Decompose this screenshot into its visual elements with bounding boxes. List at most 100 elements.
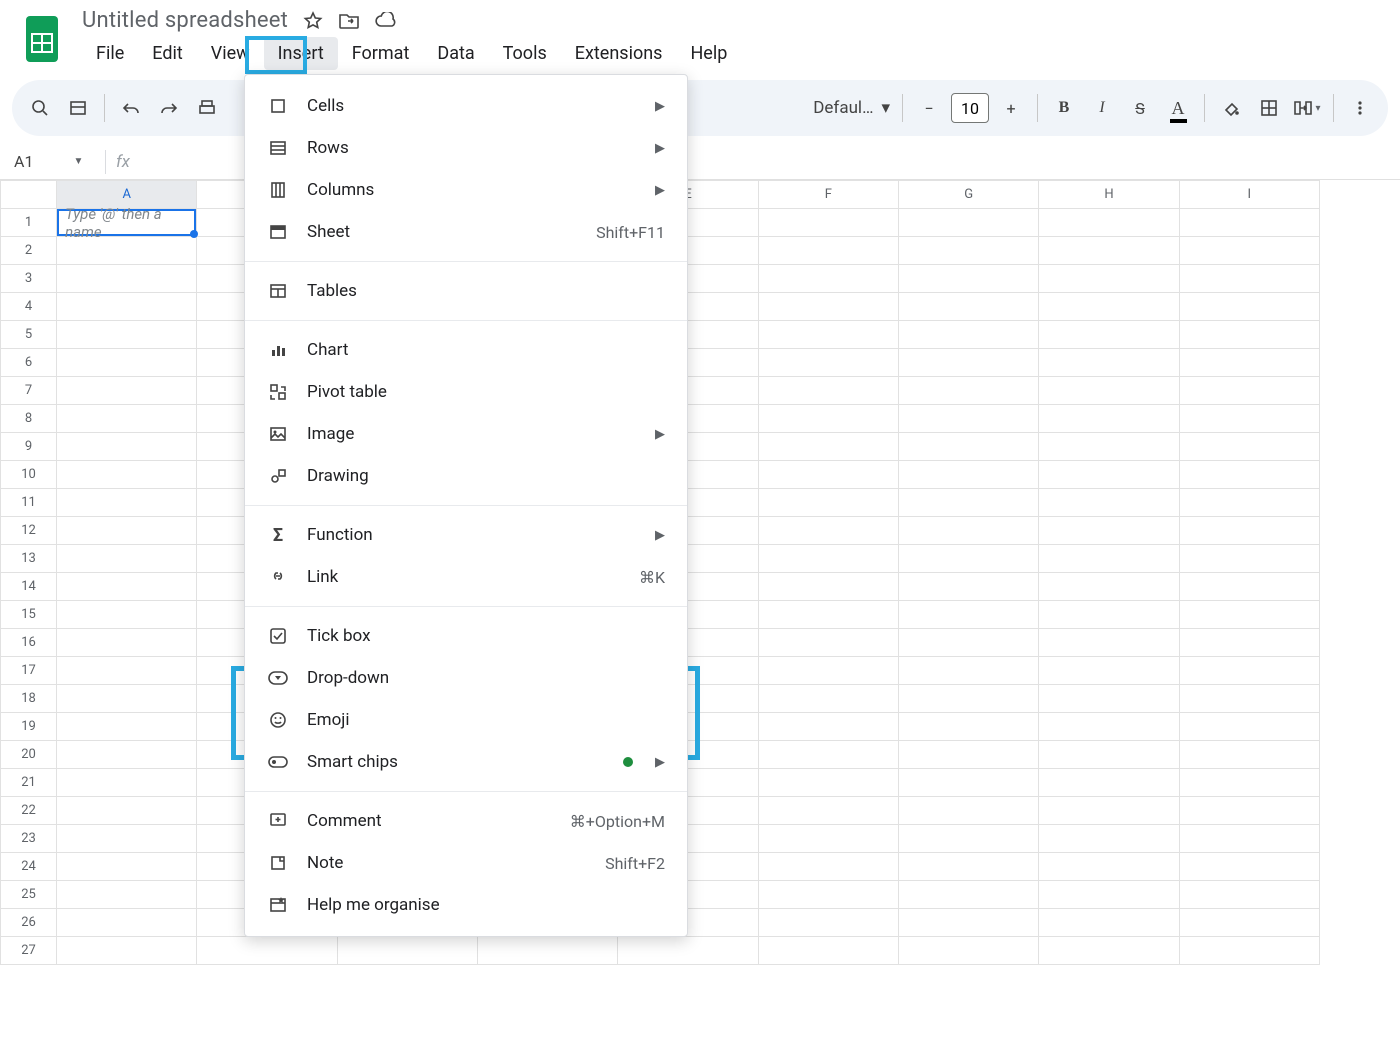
- cell-G15[interactable]: [899, 601, 1039, 629]
- cell-A5[interactable]: [57, 321, 197, 349]
- cell-G25[interactable]: [899, 881, 1039, 909]
- move-icon[interactable]: [338, 10, 360, 32]
- cell-A3[interactable]: [57, 265, 197, 293]
- menu-edit[interactable]: Edit: [138, 37, 196, 70]
- cell-F20[interactable]: [758, 741, 898, 769]
- cell-A13[interactable]: [57, 545, 197, 573]
- cell-I12[interactable]: [1179, 517, 1319, 545]
- cell-F4[interactable]: [758, 293, 898, 321]
- table-view-button[interactable]: [60, 90, 96, 126]
- cell-H26[interactable]: [1039, 909, 1179, 937]
- cell-D27[interactable]: [478, 937, 618, 965]
- cell-F10[interactable]: [758, 461, 898, 489]
- cell-F27[interactable]: [758, 937, 898, 965]
- cell-A18[interactable]: [57, 685, 197, 713]
- row-header-2[interactable]: 2: [1, 237, 57, 265]
- font-size-input[interactable]: [951, 93, 989, 123]
- insert-tables[interactable]: Tables: [245, 270, 687, 312]
- cell-A6[interactable]: [57, 349, 197, 377]
- cell-G5[interactable]: [899, 321, 1039, 349]
- cell-H11[interactable]: [1039, 489, 1179, 517]
- cell-A14[interactable]: [57, 573, 197, 601]
- insert-columns[interactable]: Columns▶: [245, 169, 687, 211]
- cell-F11[interactable]: [758, 489, 898, 517]
- cell-A19[interactable]: [57, 713, 197, 741]
- cell-I14[interactable]: [1179, 573, 1319, 601]
- cell-H14[interactable]: [1039, 573, 1179, 601]
- row-header-6[interactable]: 6: [1, 349, 57, 377]
- cell-G4[interactable]: [899, 293, 1039, 321]
- insert-emoji[interactable]: Emoji: [245, 699, 687, 741]
- cell-F6[interactable]: [758, 349, 898, 377]
- insert-pivot[interactable]: Pivot table: [245, 371, 687, 413]
- cell-A16[interactable]: [57, 629, 197, 657]
- cell-I18[interactable]: [1179, 685, 1319, 713]
- row-header-7[interactable]: 7: [1, 377, 57, 405]
- cell-F3[interactable]: [758, 265, 898, 293]
- cell-H6[interactable]: [1039, 349, 1179, 377]
- cell-I22[interactable]: [1179, 797, 1319, 825]
- insert-image[interactable]: Image▶: [245, 413, 687, 455]
- cell-G26[interactable]: [899, 909, 1039, 937]
- col-header-H[interactable]: H: [1039, 181, 1179, 209]
- row-header-21[interactable]: 21: [1, 769, 57, 797]
- cell-H12[interactable]: [1039, 517, 1179, 545]
- cell-G23[interactable]: [899, 825, 1039, 853]
- cell-H18[interactable]: [1039, 685, 1179, 713]
- cell-H7[interactable]: [1039, 377, 1179, 405]
- font-size-increase[interactable]: +: [993, 90, 1029, 126]
- cell-H9[interactable]: [1039, 433, 1179, 461]
- cell-I20[interactable]: [1179, 741, 1319, 769]
- cell-G12[interactable]: [899, 517, 1039, 545]
- cell-F14[interactable]: [758, 573, 898, 601]
- cell-H27[interactable]: [1039, 937, 1179, 965]
- cell-A7[interactable]: [57, 377, 197, 405]
- cell-I16[interactable]: [1179, 629, 1319, 657]
- cell-A22[interactable]: [57, 797, 197, 825]
- cell-F13[interactable]: [758, 545, 898, 573]
- cell-I27[interactable]: [1179, 937, 1319, 965]
- row-header-1[interactable]: 1: [1, 209, 57, 237]
- select-all-corner[interactable]: [1, 181, 57, 209]
- cell-G24[interactable]: [899, 853, 1039, 881]
- italic-button[interactable]: I: [1084, 90, 1120, 126]
- row-header-25[interactable]: 25: [1, 881, 57, 909]
- cell-H13[interactable]: [1039, 545, 1179, 573]
- insert-chart[interactable]: Chart: [245, 329, 687, 371]
- cell-H16[interactable]: [1039, 629, 1179, 657]
- cell-A17[interactable]: [57, 657, 197, 685]
- cell-A27[interactable]: [57, 937, 197, 965]
- cell-G1[interactable]: [899, 209, 1039, 237]
- cell-H24[interactable]: [1039, 853, 1179, 881]
- cell-H25[interactable]: [1039, 881, 1179, 909]
- menu-help[interactable]: Help: [676, 37, 741, 70]
- merge-cells-button[interactable]: ▾: [1289, 90, 1325, 126]
- cloud-status-icon[interactable]: [374, 10, 396, 32]
- row-header-22[interactable]: 22: [1, 797, 57, 825]
- cell-H2[interactable]: [1039, 237, 1179, 265]
- cell-A24[interactable]: [57, 853, 197, 881]
- cell-I21[interactable]: [1179, 769, 1319, 797]
- cell-F12[interactable]: [758, 517, 898, 545]
- redo-button[interactable]: [151, 90, 187, 126]
- menu-data[interactable]: Data: [423, 37, 488, 70]
- cell-A25[interactable]: [57, 881, 197, 909]
- spreadsheet-grid[interactable]: ABCDEFGHI1Type '@' then a name2345678910…: [0, 180, 1400, 965]
- cell-G9[interactable]: [899, 433, 1039, 461]
- insert-comment[interactable]: Comment⌘+Option+M: [245, 800, 687, 842]
- insert-function[interactable]: ΣFunction▶: [245, 514, 687, 556]
- cell-I5[interactable]: [1179, 321, 1319, 349]
- row-header-18[interactable]: 18: [1, 685, 57, 713]
- cell-F25[interactable]: [758, 881, 898, 909]
- cell-G27[interactable]: [899, 937, 1039, 965]
- col-header-F[interactable]: F: [758, 181, 898, 209]
- menu-insert[interactable]: Insert: [264, 37, 338, 70]
- cell-F7[interactable]: [758, 377, 898, 405]
- sheets-app-icon[interactable]: [20, 10, 64, 68]
- cell-A26[interactable]: [57, 909, 197, 937]
- cell-I26[interactable]: [1179, 909, 1319, 937]
- cell-E27[interactable]: [618, 937, 758, 965]
- row-header-16[interactable]: 16: [1, 629, 57, 657]
- cell-H5[interactable]: [1039, 321, 1179, 349]
- cell-I3[interactable]: [1179, 265, 1319, 293]
